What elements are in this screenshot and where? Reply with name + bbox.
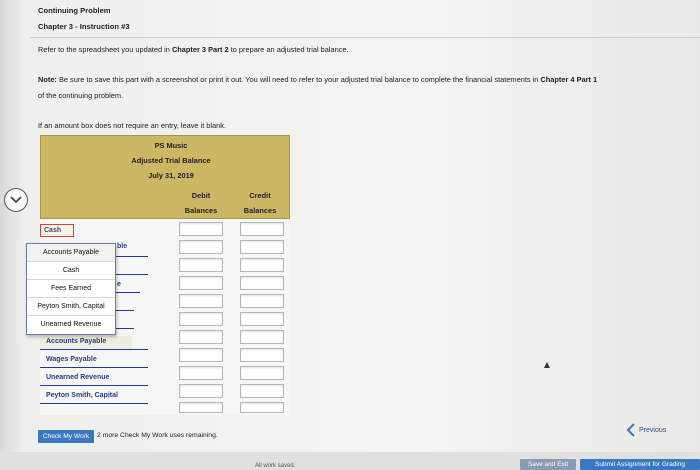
credit-input[interactable]	[240, 222, 284, 236]
chevron-down-icon	[10, 196, 22, 204]
credit-input[interactable]	[240, 402, 284, 413]
debit-input[interactable]	[179, 312, 223, 326]
debit-input[interactable]	[179, 330, 223, 344]
debit-input[interactable]	[179, 402, 223, 413]
credit-input[interactable]	[240, 276, 284, 290]
debit-header: Debit	[191, 191, 211, 200]
debit-input[interactable]	[179, 348, 223, 362]
check-my-work-button[interactable]: Check My Work	[38, 430, 94, 443]
credit-header-2: Balances	[243, 206, 277, 215]
account-partial-row2[interactable]: ble	[117, 243, 127, 250]
account-row-accounts-payable[interactable]: Accounts Payable	[46, 338, 106, 345]
account-dropdown-menu[interactable]: Accounts Payable Cash Fees Earned Peyton…	[26, 243, 116, 335]
debit-input[interactable]	[179, 258, 223, 272]
dropdown-option[interactable]: Fees Earned	[27, 280, 115, 298]
mouse-cursor-icon	[544, 362, 550, 368]
credit-input[interactable]	[240, 384, 284, 398]
sheet-date: July 31, 2019	[148, 171, 194, 180]
account-select-row1[interactable]: Cash	[40, 224, 74, 237]
credit-input[interactable]	[240, 330, 284, 344]
credit-header: Credit	[249, 191, 271, 200]
previous-button[interactable]: Previous	[626, 423, 674, 437]
expand-toggle-button[interactable]	[4, 188, 28, 212]
account-underline	[116, 310, 134, 311]
chevron-left-icon	[626, 423, 635, 437]
debit-input[interactable]	[179, 384, 223, 398]
check-remaining-text: 2 more Check My Work uses remaining.	[97, 432, 218, 439]
account-row-unearned-revenue[interactable]: Unearned Revenue	[46, 374, 109, 381]
credit-input[interactable]	[240, 294, 284, 308]
save-status: All work saved.	[255, 463, 296, 469]
account-underline	[116, 256, 148, 257]
debit-header-2: Balances	[184, 206, 218, 215]
chapter-instruction: Chapter 3 - Instruction #3	[38, 22, 130, 31]
account-underline	[40, 367, 148, 368]
submit-assignment-button[interactable]: Submit Assignment for Grading	[580, 459, 700, 470]
dropdown-option[interactable]: Cash	[27, 262, 115, 280]
reference-text: Refer to the spreadsheet you updated in …	[38, 45, 349, 54]
credit-input[interactable]	[240, 258, 284, 272]
assignment-page: Continuing Problem Chapter 3 - Instructi…	[0, 0, 700, 470]
debit-input[interactable]	[179, 240, 223, 254]
account-underline	[116, 292, 140, 293]
sheet-header: PS Music Adjusted Trial Balance July 31,…	[40, 135, 290, 219]
blank-instruction: If an amount box does not require an ent…	[38, 121, 227, 130]
debit-input[interactable]	[179, 222, 223, 236]
dropdown-option[interactable]: Accounts Payable	[27, 244, 115, 262]
account-underline	[116, 328, 134, 329]
credit-input[interactable]	[240, 366, 284, 380]
problem-title: Continuing Problem	[38, 6, 111, 15]
account-underline	[40, 403, 148, 404]
dropdown-option[interactable]: Peyton Smith, Capital	[27, 298, 115, 316]
dropdown-option[interactable]: Unearned Revenue	[27, 316, 115, 334]
account-row-wages-payable[interactable]: Wages Payable	[46, 356, 97, 363]
account-underline	[40, 385, 148, 386]
debit-input[interactable]	[179, 366, 223, 380]
note-text: Note: Be sure to save this part with a s…	[38, 75, 598, 84]
account-partial-row4[interactable]: e	[117, 281, 121, 288]
debit-input[interactable]	[179, 294, 223, 308]
divider	[30, 37, 700, 38]
debit-input[interactable]	[179, 276, 223, 290]
credit-input[interactable]	[240, 240, 284, 254]
note-text-line2: of the continuing problem.	[38, 91, 124, 100]
account-underline	[116, 274, 148, 275]
save-and-exit-button[interactable]: Save and Exit	[520, 459, 576, 470]
credit-input[interactable]	[240, 312, 284, 326]
previous-label: Previous	[639, 426, 667, 434]
sheet-title: Adjusted Trial Balance	[131, 156, 211, 165]
credit-input[interactable]	[240, 348, 284, 362]
account-underline	[40, 349, 148, 350]
account-row-peyton-smith-capital[interactable]: Peyton Smith, Capital	[46, 392, 118, 399]
company-name: PS Music	[154, 141, 188, 150]
